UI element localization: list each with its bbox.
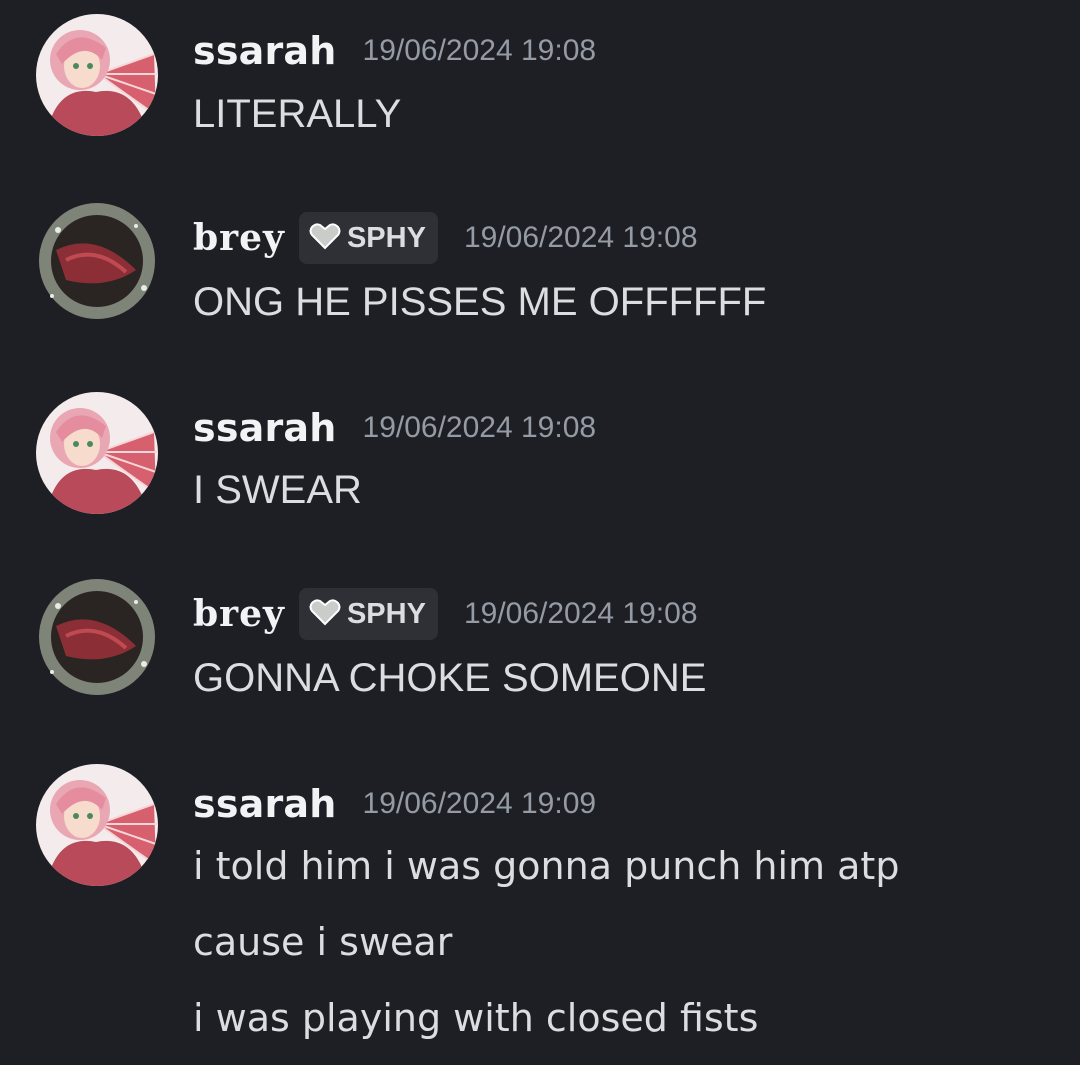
message-header: ssarah 19/06/2024 19:09	[193, 774, 596, 834]
message-header: ssarah 19/06/2024 19:08	[193, 398, 596, 458]
message-header: brey SPHY 19/06/2024 19:08	[193, 208, 698, 268]
username[interactable]: ssarah	[193, 406, 337, 450]
heart-icon	[309, 222, 341, 254]
username[interactable]: ssarah	[193, 782, 337, 826]
message-text: i was playing with closed fists	[193, 996, 759, 1040]
avatar-brey[interactable]	[36, 200, 158, 322]
heart-icon	[309, 598, 341, 630]
timestamp[interactable]: 19/06/2024 19:08	[363, 411, 597, 445]
message-header: brey SPHY 19/06/2024 19:08	[193, 584, 698, 644]
avatar-ssarah[interactable]	[36, 392, 158, 514]
username[interactable]: brey	[193, 217, 285, 259]
username[interactable]: brey	[193, 593, 285, 635]
tag-label: SPHY	[346, 597, 426, 630]
message-text: i told him i was gonna punch him atp	[193, 844, 900, 888]
avatar-ssarah[interactable]	[36, 764, 158, 886]
timestamp[interactable]: 19/06/2024 19:08	[363, 34, 597, 68]
message-text: LITERALLY	[193, 92, 402, 136]
avatar-brey[interactable]	[36, 576, 158, 698]
tag-label: SPHY	[346, 221, 426, 254]
message-text: GONNA CHOKE SOMEONE	[193, 656, 707, 700]
avatar-ssarah[interactable]	[36, 14, 158, 136]
timestamp[interactable]: 19/06/2024 19:08	[464, 221, 698, 255]
message-text: cause i swear	[193, 920, 453, 964]
username[interactable]: ssarah	[193, 29, 337, 73]
message-text: ONG HE PISSES ME OFFFFFF	[193, 280, 767, 324]
server-tag[interactable]: SPHY	[298, 588, 438, 640]
timestamp[interactable]: 19/06/2024 19:09	[363, 787, 597, 821]
message-header: ssarah 19/06/2024 19:08	[193, 21, 596, 81]
server-tag[interactable]: SPHY	[298, 212, 438, 264]
timestamp[interactable]: 19/06/2024 19:08	[464, 597, 698, 631]
message-text: I SWEAR	[193, 468, 362, 512]
